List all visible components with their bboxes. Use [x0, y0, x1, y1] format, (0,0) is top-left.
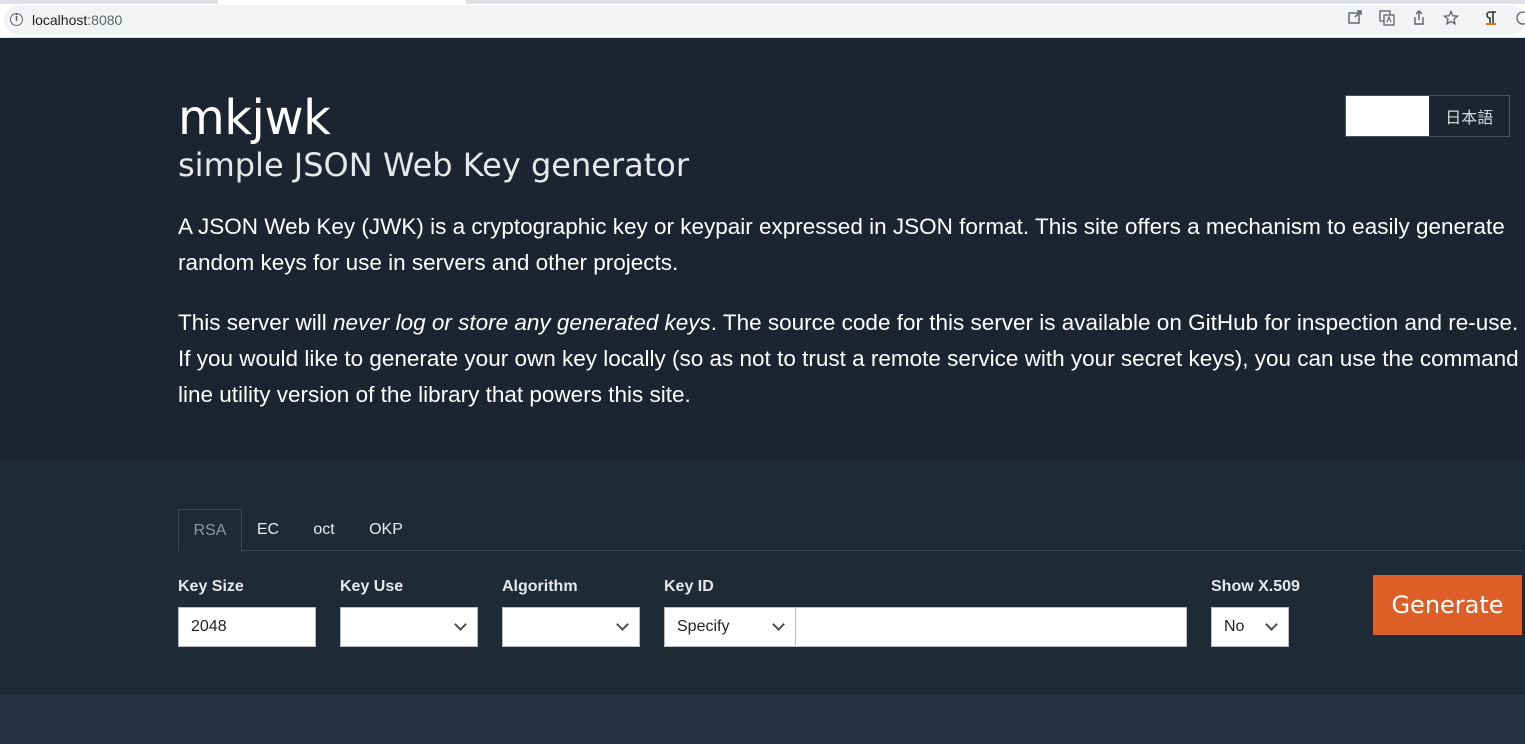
chevron-down-icon	[616, 618, 629, 631]
browser-active-tab[interactable]	[218, 0, 466, 4]
site-title: mkjwk	[178, 90, 331, 146]
translate-icon[interactable]	[1378, 10, 1396, 28]
output-section	[0, 695, 1525, 744]
algorithm-label: Algorithm	[502, 578, 578, 595]
bookmark-star-icon[interactable]	[1442, 9, 1460, 28]
key-use-label: Key Use	[340, 578, 404, 595]
tab-okp[interactable]: OKP	[364, 509, 408, 551]
language-option-japanese[interactable]: 日本語	[1429, 96, 1509, 136]
chevron-down-icon	[454, 618, 467, 631]
key-size-label: Key Size	[178, 578, 244, 595]
extension-icon[interactable]	[1482, 10, 1500, 28]
url-host: localhost	[32, 12, 88, 28]
key-generator-form: RSA EC oct OKP Key Size 2048 Key Use Alg…	[0, 461, 1525, 695]
key-type-tabs: RSA EC oct OKP	[178, 509, 1522, 552]
open-in-new-icon[interactable]	[1346, 10, 1364, 28]
browser-tabstrip	[0, 0, 1525, 4]
algorithm-select[interactable]	[502, 607, 640, 647]
url-port: :8080	[87, 12, 123, 28]
url-text[interactable]: localhost:8080	[32, 12, 122, 28]
profile-icon[interactable]	[1512, 10, 1525, 28]
chevron-down-icon	[772, 618, 785, 631]
site-info-icon[interactable]: i	[10, 13, 23, 26]
key-id-mode-select[interactable]: Specify	[664, 607, 796, 647]
show-x509-select[interactable]: No	[1211, 607, 1289, 647]
intro-paragraph: A JSON Web Key (JWK) is a cryptographic …	[178, 214, 1505, 275]
privacy-paragraph: This server will never log or store any …	[178, 305, 1523, 413]
browser-toolbar: i localhost:8080	[0, 0, 1525, 38]
show-x509-value: No	[1224, 618, 1245, 635]
chevron-down-icon	[1265, 618, 1278, 631]
key-use-select[interactable]	[340, 607, 478, 647]
key-id-mode-value: Specify	[677, 618, 730, 635]
show-x509-label: Show X.509	[1211, 578, 1300, 595]
language-switcher: 日本語	[1345, 95, 1510, 137]
key-id-label: Key ID	[664, 578, 714, 595]
privacy-text-before: This server will	[178, 310, 334, 335]
share-icon[interactable]	[1410, 10, 1428, 28]
address-bar[interactable]	[4, 5, 1525, 35]
tab-ec[interactable]: EC	[250, 509, 286, 551]
site-subtitle: simple JSON Web Key generator	[178, 146, 689, 184]
tab-oct[interactable]: oct	[306, 509, 342, 551]
privacy-emphasis: never log or store any generated keys	[333, 310, 711, 335]
page-header: mkjwk simple JSON Web Key generator 日本語 …	[0, 38, 1525, 461]
tab-rsa[interactable]: RSA	[178, 509, 242, 552]
key-size-input[interactable]: 2048	[178, 607, 316, 647]
language-option-english[interactable]	[1346, 96, 1430, 136]
key-id-input[interactable]	[795, 607, 1187, 647]
generate-button[interactable]: Generate	[1373, 575, 1522, 635]
